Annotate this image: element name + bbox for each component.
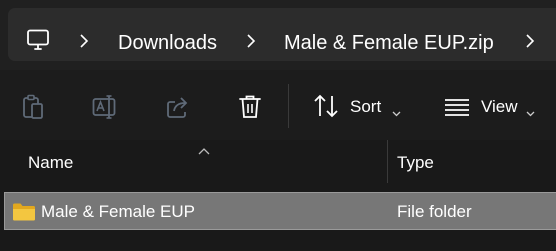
computer-monitor-icon[interactable] (26, 28, 50, 57)
view-list-icon[interactable] (444, 98, 470, 121)
trash-icon[interactable] (238, 94, 262, 125)
chevron-down-icon[interactable] (526, 104, 535, 122)
chevron-down-icon[interactable] (392, 104, 401, 122)
column-header-type[interactable]: Type (397, 153, 434, 173)
column-header-name[interactable]: Name (28, 153, 73, 173)
file-name: Male & Female EUP (41, 202, 195, 221)
breadcrumb-downloads[interactable]: Downloads (118, 31, 217, 55)
breadcrumb-separator-icon[interactable] (525, 34, 535, 53)
rename-icon[interactable] (92, 94, 118, 125)
breadcrumb-separator-icon[interactable] (246, 34, 256, 53)
share-icon[interactable] (165, 94, 191, 125)
breadcrumb-separator-icon[interactable] (79, 34, 89, 53)
column-header-row: Name Type (0, 140, 556, 183)
sort-ascending-caret-icon (198, 142, 210, 160)
command-bar: Sort View (0, 70, 556, 140)
folder-icon (12, 202, 36, 227)
view-button[interactable]: View (481, 97, 518, 117)
breadcrumb-zip[interactable]: Male & Female EUP.zip (284, 31, 494, 55)
sort-icon[interactable] (313, 94, 339, 123)
sort-button[interactable]: Sort (350, 97, 381, 117)
address-bar[interactable]: Downloads Male & Female EUP.zip (8, 8, 556, 61)
column-divider[interactable] (387, 140, 388, 183)
list-item[interactable]: Male & Female EUP File folder (4, 192, 556, 230)
paste-icon[interactable] (21, 94, 45, 125)
file-type: File folder (397, 202, 472, 221)
toolbar-divider (288, 84, 289, 128)
address-strip: Downloads Male & Female EUP.zip (0, 0, 556, 70)
